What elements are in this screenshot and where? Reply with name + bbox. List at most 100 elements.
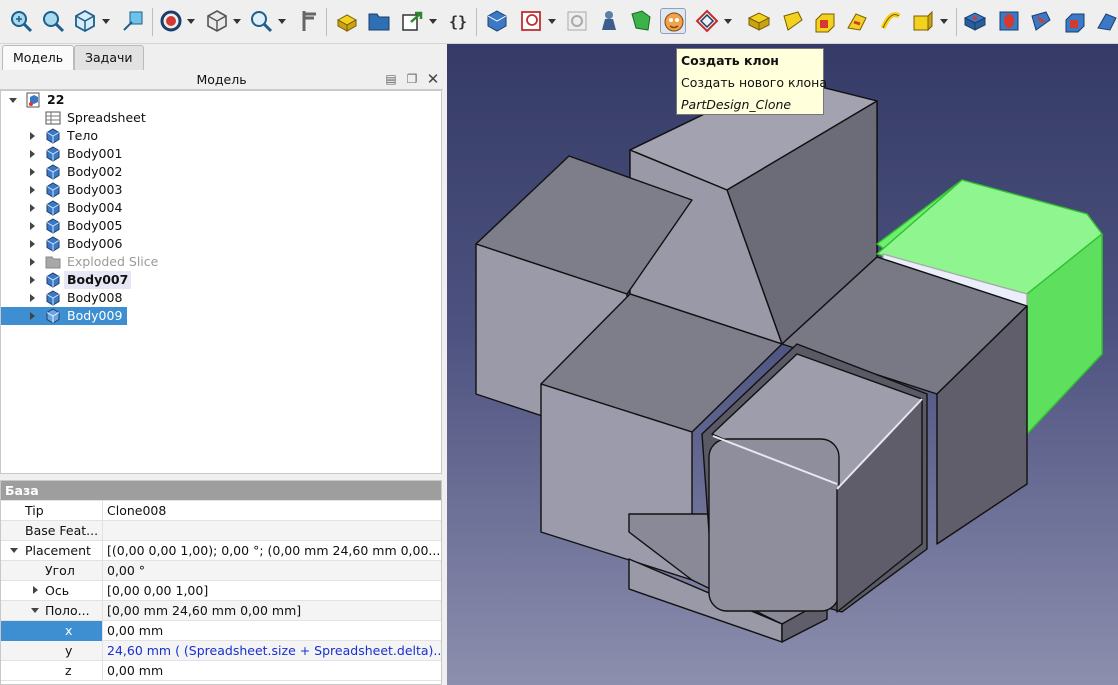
isometric-view-icon[interactable] [72,8,98,34]
property-row[interactable]: Угол 0,00 ° [1,561,441,581]
additive-helix-icon[interactable] [878,8,904,34]
body-icon [45,272,61,288]
tree-item-body005[interactable]: Body005 [1,217,441,235]
property-value[interactable]: 0,00 mm [104,661,440,681]
tree-item-root[interactable]: 22 [1,91,441,109]
expand-arrow-icon[interactable] [30,132,35,140]
subshape-binder-icon[interactable] [628,8,654,34]
fit-selection-icon[interactable] [40,8,66,34]
expand-arrow-icon[interactable] [30,222,35,230]
expand-arrow-icon[interactable] [30,204,35,212]
collapse-arrow-icon[interactable] [9,98,17,103]
view-dropdown-icon[interactable] [102,19,110,24]
subtractive-loft-icon[interactable] [1062,8,1088,34]
tree-item-exploded-slice[interactable]: Exploded Slice [1,253,441,271]
property-group-label: База [5,483,39,498]
box-view-dropdown-icon[interactable] [233,19,241,24]
property-value[interactable]: [0,00 0,00 1,00] [104,581,440,601]
tree-item-body003[interactable]: Body003 [1,181,441,199]
pocket-icon[interactable] [962,8,988,34]
revolution-icon[interactable] [780,8,806,34]
property-value[interactable]: 0,00 ° [104,561,440,581]
property-value[interactable]: 0,00 mm [104,621,440,641]
pad-icon[interactable] [746,8,772,34]
body-icon [45,218,61,234]
tree-label: Body003 [67,182,123,197]
expand-arrow-icon[interactable] [30,312,35,320]
property-row[interactable]: Base Feat... [1,521,441,541]
property-name: z [1,661,103,681]
tree-item-body004[interactable]: Body004 [1,199,441,217]
expand-arrow-icon[interactable] [30,294,35,302]
measure-dropdown-icon[interactable] [278,19,286,24]
link-dropdown-icon[interactable] [429,19,437,24]
property-row[interactable]: Tip Clone008 [1,501,441,521]
create-link-icon[interactable] [400,8,426,34]
tree-label: Exploded Slice [67,254,159,269]
fit-all-icon[interactable] [8,8,34,34]
property-row[interactable]: Ось [0,00 0,00 1,00] [1,581,441,601]
measure-zoom-icon[interactable] [248,8,274,34]
draw-style-icon[interactable] [158,8,184,34]
sketch-dropdown-icon[interactable] [548,19,556,24]
property-row[interactable]: Поло... [0,00 mm 24,60 mm 0,00 mm] [1,601,441,621]
box-view-icon[interactable] [204,8,230,34]
property-row-selected[interactable]: x 0,00 mm [1,621,441,641]
draw-style-dropdown-icon[interactable] [187,19,195,24]
tree-item-body007[interactable]: Body007 [1,271,441,289]
validate-sketch-icon[interactable] [564,8,590,34]
body-icon [45,182,61,198]
hole-icon[interactable] [996,8,1022,34]
additive-primitive-icon[interactable] [910,8,936,34]
create-group-icon[interactable] [366,8,392,34]
tree-item-body[interactable]: Тело [1,127,441,145]
property-value[interactable]: Clone008 [104,501,440,521]
macro-icon[interactable]: {} [446,8,472,34]
expand-arrow-icon[interactable] [30,168,35,176]
toggle-view-icon[interactable]: ▤ [384,72,398,86]
property-value[interactable]: [0,00 mm 24,60 mm 0,00 mm] [104,601,440,621]
tree-item-body002[interactable]: Body002 [1,163,441,181]
3d-viewport[interactable] [447,44,1118,685]
additive-pipe-icon[interactable] [844,8,870,34]
property-row[interactable]: y 24,60 mm ( (Spreadsheet.size + Spreads… [1,641,441,661]
property-expression-value[interactable]: 24,60 mm ( (Spreadsheet.size + Spreadshe… [104,641,440,661]
close-icon[interactable]: ✕ [426,72,440,87]
shape-binder-icon[interactable] [596,8,622,34]
tree-item-body001[interactable]: Body001 [1,145,441,163]
groove-icon[interactable] [1028,8,1054,34]
sketch-view-icon[interactable] [120,8,146,34]
expand-arrow-icon[interactable] [30,258,35,266]
document-icon [25,92,41,108]
additive-loft-icon[interactable] [812,8,838,34]
body-icon [45,290,61,306]
tree-item-body008[interactable]: Body008 [1,289,441,307]
measure-caliper-icon[interactable] [296,8,322,34]
property-value[interactable] [104,521,440,541]
datum-dropdown-icon[interactable] [724,19,732,24]
tree-item-body009[interactable]: Body009 [1,307,441,325]
tab-tasks[interactable]: Задачи [74,45,144,70]
primitive-dropdown-icon[interactable] [940,19,948,24]
new-body-icon[interactable] [484,8,510,34]
expand-arrow-icon[interactable] [30,186,35,194]
property-group[interactable]: База [1,481,441,501]
property-value[interactable]: [(0,00 0,00 1,00); 0,00 °; (0,00 mm 24,6… [104,541,440,561]
float-panel-icon[interactable]: ❐ [405,72,419,86]
expand-arrow-icon[interactable] [30,240,35,248]
clone-icon[interactable] [660,8,686,34]
3d-model-render[interactable] [447,44,1118,685]
subtractive-pipe-icon[interactable] [1094,8,1118,34]
datum-plane-icon[interactable] [694,8,720,34]
property-name: x [1,621,103,641]
property-row-placement[interactable]: Placement [(0,00 0,00 1,00); 0,00 °; (0,… [1,541,441,561]
tree-item-body006[interactable]: Body006 [1,235,441,253]
property-row[interactable]: z 0,00 mm [1,661,441,681]
expand-arrow-icon[interactable] [30,150,35,158]
new-sketch-icon[interactable] [518,8,544,34]
expand-arrow-icon[interactable] [30,276,35,284]
tree-item-spreadsheet[interactable]: Spreadsheet [1,109,441,127]
create-part-icon[interactable] [334,8,360,34]
tab-model[interactable]: Модель [2,45,75,71]
property-name: Placement [1,541,103,561]
